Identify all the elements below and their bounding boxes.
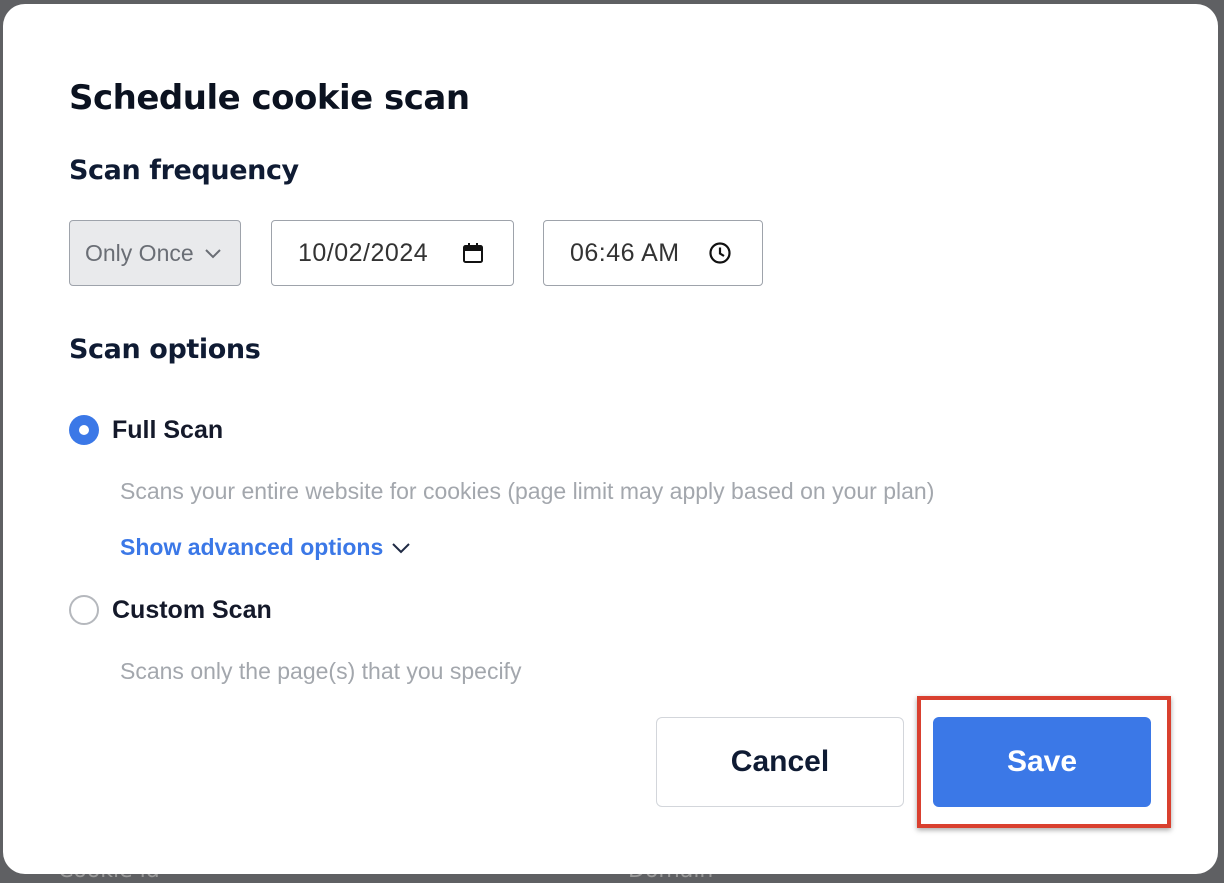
frequency-select-value: Only Once [85, 239, 194, 266]
scan-frequency-heading: Scan frequency [69, 155, 299, 186]
cancel-button[interactable]: Cancel [656, 717, 904, 807]
calendar-icon[interactable] [461, 241, 485, 265]
custom-scan-label: Custom Scan [112, 595, 272, 624]
dialog-title: Schedule cookie scan [69, 78, 470, 118]
time-input-value: 06:46 AM [570, 238, 680, 267]
time-input[interactable]: 06:46 AM [543, 220, 763, 286]
radio-unselected-icon[interactable] [69, 595, 99, 625]
date-input-value: 10/02/2024 [298, 238, 429, 267]
full-scan-label: Full Scan [112, 415, 224, 444]
custom-scan-description: Scans only the page(s) that you specify [120, 658, 522, 684]
chevron-down-icon [391, 542, 411, 554]
full-scan-description: Scans your entire website for cookies (p… [120, 478, 935, 504]
save-button-highlight [917, 696, 1171, 828]
full-scan-option[interactable]: Full Scan [69, 415, 223, 445]
scan-options-heading: Scan options [69, 334, 261, 365]
date-input[interactable]: 10/02/2024 [271, 220, 514, 286]
schedule-scan-dialog: Schedule cookie scan Scan frequency Only… [3, 4, 1218, 874]
show-advanced-options-link[interactable]: Show advanced options [120, 534, 411, 561]
chevron-down-icon [204, 247, 222, 259]
radio-selected-icon[interactable] [69, 415, 99, 445]
frequency-select[interactable]: Only Once [69, 220, 241, 286]
clock-icon[interactable] [708, 241, 732, 265]
show-advanced-options-label: Show advanced options [120, 534, 384, 560]
custom-scan-option[interactable]: Custom Scan [69, 595, 272, 625]
